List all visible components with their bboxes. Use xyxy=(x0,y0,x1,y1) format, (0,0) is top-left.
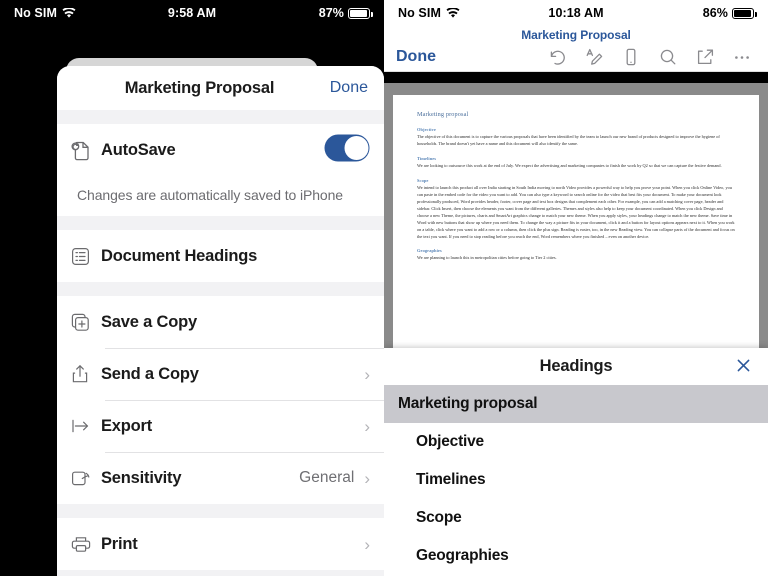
print-group: Print › xyxy=(57,518,384,570)
wifi-icon xyxy=(62,8,76,19)
doc-section: Geographies We are planning to launch th… xyxy=(417,248,735,262)
file-actions-group: Save a Copy Send a Copy › xyxy=(57,296,384,504)
doc-title: Marketing proposal xyxy=(417,111,735,118)
heading-list-item[interactable]: Objective xyxy=(384,423,768,461)
left-phone-screen: No SIM 9:58 AM 87% Marketing Proposal Do… xyxy=(0,0,384,576)
close-icon[interactable] xyxy=(735,357,752,377)
doc-section: Scope We intend to launch this product a… xyxy=(417,178,735,241)
export-row[interactable]: Export › xyxy=(57,400,384,452)
battery-icon xyxy=(732,8,754,19)
status-bar-right: 86% xyxy=(604,6,754,20)
doc-section-heading: Scope xyxy=(417,178,735,183)
wifi-icon xyxy=(446,8,460,19)
word-header: Marketing Proposal Done xyxy=(384,26,768,72)
chevron-right-icon: › xyxy=(364,536,370,553)
autosave-label: AutoSave xyxy=(101,141,176,160)
doc-section-heading: Geographies xyxy=(417,248,735,253)
more-icon[interactable] xyxy=(732,47,752,67)
battery-percent-label: 86% xyxy=(703,6,728,20)
save-copy-icon xyxy=(71,313,101,332)
undo-icon[interactable] xyxy=(547,47,567,67)
export-arrow-icon xyxy=(71,418,101,434)
export-label: Export xyxy=(101,417,152,436)
dual-screenshot: No SIM 9:58 AM 87% Marketing Proposal Do… xyxy=(0,0,768,576)
send-a-copy-label: Send a Copy xyxy=(101,365,199,384)
printer-icon xyxy=(71,535,101,553)
doc-section-heading: Objective xyxy=(417,127,735,132)
clock-label: 9:58 AM xyxy=(168,6,216,20)
autosave-row[interactable]: AutoSave xyxy=(57,124,384,176)
word-toolbar: Done xyxy=(384,42,768,72)
review-edit-icon[interactable] xyxy=(584,47,604,67)
section-gap xyxy=(57,216,384,230)
sheet-header: Marketing Proposal Done xyxy=(57,66,384,110)
autosave-group: AutoSave Changes are automatically saved… xyxy=(57,124,384,216)
chevron-right-icon: › xyxy=(364,470,370,487)
status-bar: No SIM 9:58 AM 87% xyxy=(0,0,384,26)
sensitivity-value: General xyxy=(299,469,364,487)
battery-icon xyxy=(348,8,370,19)
sensitivity-label: Sensitivity xyxy=(101,469,181,488)
battery-percent-label: 87% xyxy=(319,6,344,20)
done-button[interactable]: Done xyxy=(396,48,436,66)
chevron-right-icon: › xyxy=(364,366,370,383)
doc-section-body: The objective of this document is to cap… xyxy=(417,134,735,148)
save-a-copy-row[interactable]: Save a Copy xyxy=(57,296,384,348)
section-gap xyxy=(57,282,384,296)
mobile-view-icon[interactable] xyxy=(621,47,641,67)
doc-section-body: We are looking to outsource this work at… xyxy=(417,163,735,170)
document-options-sheet: Marketing Proposal Done xyxy=(57,66,384,576)
doc-section: Timelines We are looking to outsource th… xyxy=(417,156,735,170)
search-icon[interactable] xyxy=(658,47,678,67)
doc-section: Objective The objective of this document… xyxy=(417,127,735,148)
section-gap xyxy=(57,110,384,124)
sheet-backdrop: Marketing Proposal Done xyxy=(0,26,384,576)
doc-section-heading: Timelines xyxy=(417,156,735,161)
doc-section-body: We intend to launch this product all ove… xyxy=(417,185,735,241)
status-bar-left: No SIM xyxy=(14,6,168,20)
heading-list-item[interactable]: Timelines xyxy=(384,461,768,499)
headings-panel: Headings Marketing proposal Objective Ti… xyxy=(384,348,768,576)
document-headings-label: Document Headings xyxy=(101,247,257,266)
done-button[interactable]: Done xyxy=(330,79,368,97)
print-row[interactable]: Print › xyxy=(57,518,384,570)
headings-panel-title: Headings xyxy=(540,357,613,376)
clock-label: 10:18 AM xyxy=(548,6,603,20)
section-gap xyxy=(57,570,384,576)
section-gap xyxy=(57,504,384,518)
sensitivity-tag-icon xyxy=(71,469,101,488)
sensitivity-row[interactable]: Sensitivity General › xyxy=(57,452,384,504)
heading-list-item[interactable]: Scope xyxy=(384,499,768,537)
heading-list-item[interactable]: Geographies xyxy=(384,537,768,575)
carrier-label: No SIM xyxy=(398,6,441,20)
autosave-toggle[interactable] xyxy=(324,134,370,167)
heading-list-item[interactable]: Marketing proposal xyxy=(384,385,768,423)
document-headings-row[interactable]: Document Headings xyxy=(57,230,384,282)
autosave-document-icon xyxy=(71,140,101,161)
autosave-caption-wrap: Changes are automatically saved to iPhon… xyxy=(57,176,384,216)
share-up-icon xyxy=(71,364,101,384)
status-bar-left: No SIM xyxy=(398,6,548,20)
right-phone-screen: No SIM 10:18 AM 86% Marketing Proposal D… xyxy=(384,0,768,576)
toolbar-icons xyxy=(547,47,756,67)
share-icon[interactable] xyxy=(695,47,715,67)
send-a-copy-row[interactable]: Send a Copy › xyxy=(57,348,384,400)
doc-section-body: We are planning to launch this in metrop… xyxy=(417,255,735,262)
autosave-caption: Changes are automatically saved to iPhon… xyxy=(57,176,384,216)
headings-panel-header: Headings xyxy=(384,348,768,385)
list-headings-icon xyxy=(71,247,101,266)
headings-group: Document Headings xyxy=(57,230,384,282)
status-bar: No SIM 10:18 AM 86% xyxy=(384,0,768,26)
chevron-right-icon: › xyxy=(364,418,370,435)
save-a-copy-label: Save a Copy xyxy=(101,313,197,332)
print-label: Print xyxy=(101,535,138,554)
document-title-label: Marketing Proposal xyxy=(384,26,768,42)
status-bar-right: 87% xyxy=(216,6,370,20)
carrier-label: No SIM xyxy=(14,6,57,20)
